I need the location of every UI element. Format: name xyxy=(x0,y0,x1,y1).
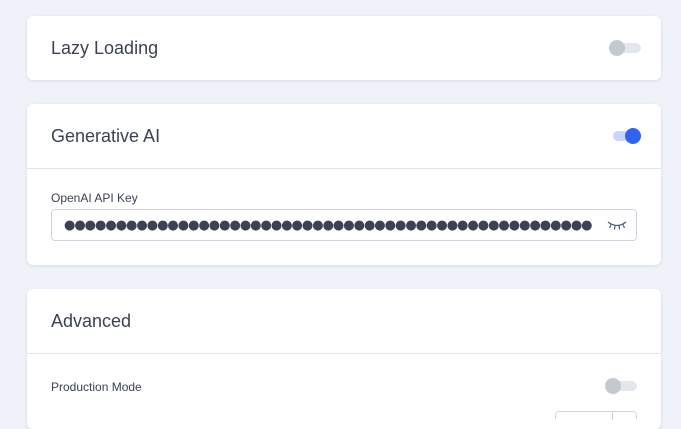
card-divider xyxy=(27,353,661,354)
production-mode-toggle[interactable] xyxy=(605,377,637,395)
lazy-loading-header: Lazy Loading xyxy=(27,16,661,80)
advanced-title: Advanced xyxy=(51,310,132,331)
lazy-loading-toggle[interactable] xyxy=(609,39,641,57)
production-mode-label: Production Mode xyxy=(51,380,142,394)
toggle-knob xyxy=(605,378,621,394)
toggle-knob xyxy=(609,40,625,56)
eye-closed-icon[interactable] xyxy=(606,217,628,233)
api-key-input[interactable] xyxy=(64,217,606,233)
lazy-loading-card: Lazy Loading xyxy=(27,16,661,80)
lazy-loading-title: Lazy Loading xyxy=(51,37,159,58)
toggle-knob xyxy=(625,128,641,144)
stepper-separator xyxy=(612,412,613,420)
api-key-field xyxy=(51,209,637,241)
generative-ai-title: Generative AI xyxy=(51,125,161,146)
generative-ai-card: Generative AI OpenAI API Key xyxy=(27,104,661,265)
card-divider xyxy=(27,168,661,169)
advanced-header: Advanced xyxy=(27,289,661,353)
advanced-number-input[interactable] xyxy=(555,411,637,420)
api-key-label: OpenAI API Key xyxy=(51,191,138,205)
generative-ai-toggle[interactable] xyxy=(609,127,641,145)
generative-ai-header: Generative AI xyxy=(27,104,661,168)
advanced-card: Advanced Production Mode xyxy=(27,289,661,429)
